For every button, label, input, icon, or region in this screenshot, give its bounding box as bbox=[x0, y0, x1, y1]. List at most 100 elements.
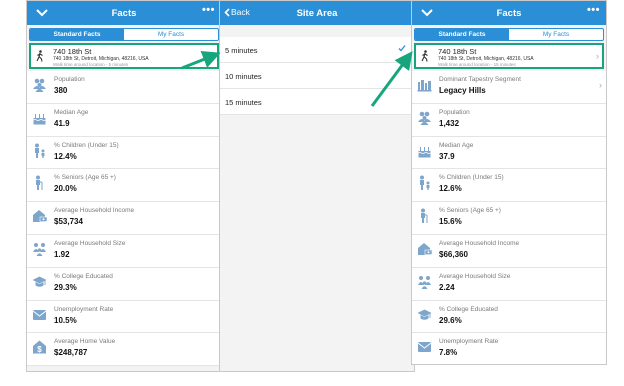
walking-person-icon bbox=[36, 50, 43, 62]
location-walk-time: Walk time around location - 5 minutes bbox=[53, 62, 129, 67]
location-card[interactable]: 740 18th St 740 18th St, Detroit, Michig… bbox=[414, 43, 604, 69]
fact-row: Unemployment Rate 7.8% bbox=[412, 333, 606, 364]
facts-tab-switcher: Standard Facts My Facts bbox=[414, 28, 604, 41]
fact-value: 1,432 bbox=[439, 118, 460, 128]
fact-label: Unemployment Rate bbox=[54, 305, 114, 313]
site-area-options: 5 minutes 10 minutes 15 minutes bbox=[220, 37, 414, 115]
fact-row: % Children (Under 15) 12.4% bbox=[27, 137, 221, 170]
fact-label: % Children (Under 15) bbox=[54, 141, 119, 149]
fact-row: Population 380 bbox=[27, 71, 221, 104]
fact-label: Median Age bbox=[54, 108, 89, 116]
back-label: Back bbox=[231, 7, 250, 17]
parent-child-icon bbox=[420, 175, 430, 191]
location-walk-time: Walk time around location - 15 minutes bbox=[438, 62, 516, 67]
header-bar: Back Site Area bbox=[220, 1, 414, 25]
senior-icon bbox=[421, 208, 428, 224]
home-value-icon: $ bbox=[33, 340, 46, 354]
fact-value: 380 bbox=[54, 86, 68, 95]
fact-label: Unemployment Rate bbox=[439, 338, 499, 346]
header-bar: Facts ••• bbox=[412, 1, 606, 25]
option-label: 15 minutes bbox=[225, 98, 262, 107]
chevron-down-icon[interactable] bbox=[420, 6, 434, 20]
fact-row: % Children (Under 15) 12.6% bbox=[412, 169, 606, 203]
site-area-option[interactable]: 15 minutes bbox=[220, 89, 414, 115]
people-icon bbox=[33, 78, 46, 92]
chevron-left-icon bbox=[224, 7, 230, 17]
fact-row: Population 1,432 bbox=[412, 104, 606, 137]
household-icon bbox=[33, 242, 46, 256]
header-bar: Facts ••• bbox=[27, 1, 221, 25]
facts-list: Dominant Tapestry Segment Legacy Hills › Po… bbox=[412, 71, 606, 364]
facts-tab-switcher: Standard Facts My Facts bbox=[29, 28, 219, 41]
fact-row: $ Average Home Value $248,787 bbox=[27, 333, 221, 367]
chevron-right-icon: › bbox=[596, 51, 599, 61]
fact-row[interactable]: Dominant Tapestry Segment Legacy Hills › bbox=[412, 71, 606, 104]
site-area-body: 5 minutes 10 minutes 15 minutes bbox=[220, 25, 414, 371]
fact-value: 1.92 bbox=[54, 249, 70, 259]
more-menu-icon[interactable]: ••• bbox=[202, 4, 215, 16]
fact-value: 15.6% bbox=[439, 217, 462, 227]
svg-text:$: $ bbox=[37, 345, 42, 354]
fact-value: 37.9 bbox=[439, 151, 455, 161]
fact-value: 2.24 bbox=[439, 282, 455, 292]
fact-row: Average Household Size 2.24 bbox=[412, 268, 606, 301]
graduation-cap-icon bbox=[32, 276, 47, 287]
page-title: Facts bbox=[496, 7, 522, 19]
birthday-cake-icon bbox=[33, 113, 46, 125]
fact-label: Average Household Income bbox=[54, 207, 135, 215]
site-area-option[interactable]: 10 minutes bbox=[220, 63, 414, 89]
fact-value: 29.3% bbox=[54, 282, 77, 292]
fact-row: % College Educated 29.3% bbox=[27, 268, 221, 301]
household-icon bbox=[418, 275, 431, 289]
fact-label: Average Household Income bbox=[439, 239, 520, 247]
birthday-cake-icon bbox=[418, 146, 431, 158]
option-label: 5 minutes bbox=[225, 46, 258, 55]
tab-my-facts[interactable]: My Facts bbox=[509, 29, 603, 40]
location-name: 740 18th St bbox=[53, 47, 92, 56]
fact-label: % Seniors (Age 65 +) bbox=[439, 207, 501, 215]
fact-label: Dominant Tapestry Segment bbox=[439, 76, 521, 83]
more-menu-icon[interactable]: ••• bbox=[587, 4, 600, 16]
fact-label: Average Household Size bbox=[54, 239, 126, 247]
fact-label: % Seniors (Age 65 +) bbox=[54, 174, 116, 182]
fact-row: Average Household Size 1.92 bbox=[27, 235, 221, 268]
unemployment-icon bbox=[417, 342, 432, 353]
tab-standard-facts[interactable]: Standard Facts bbox=[30, 29, 124, 40]
fact-row: Average Household Income $53,734 bbox=[27, 202, 221, 235]
fact-value: $53,734 bbox=[54, 217, 83, 227]
fact-label: % College Educated bbox=[439, 305, 498, 313]
house-money-icon bbox=[33, 210, 47, 223]
fact-label: Population bbox=[54, 76, 85, 83]
fact-value: 12.6% bbox=[439, 184, 462, 194]
fact-row: Average Household Income $66,360 bbox=[412, 235, 606, 268]
checkmark-icon bbox=[398, 45, 406, 52]
fact-label: Average Household Size bbox=[439, 272, 511, 280]
parent-child-icon bbox=[35, 143, 45, 158]
site-area-option[interactable]: 5 minutes bbox=[220, 37, 414, 63]
fact-value: 12.4% bbox=[54, 151, 77, 161]
fact-value: $66,360 bbox=[439, 249, 468, 259]
chevron-down-icon[interactable] bbox=[35, 6, 49, 20]
walking-person-icon bbox=[421, 50, 428, 62]
fact-value: 29.6% bbox=[439, 315, 462, 325]
site-area-screen: Back Site Area 5 minutes 10 minutes 15 min… bbox=[219, 0, 415, 372]
fact-value: $248,787 bbox=[54, 348, 88, 358]
fact-label: % College Educated bbox=[54, 272, 113, 280]
location-name: 740 18th St bbox=[438, 47, 477, 56]
fact-row: % Seniors (Age 65 +) 15.6% bbox=[412, 202, 606, 235]
unemployment-icon bbox=[32, 309, 47, 320]
option-label: 10 minutes bbox=[225, 72, 262, 81]
fact-value: 10.5% bbox=[54, 315, 77, 325]
location-card[interactable]: 740 18th St 740 18th St, Detroit, Michig… bbox=[29, 43, 219, 69]
back-button[interactable]: Back bbox=[224, 7, 250, 17]
fact-row: % College Educated 29.6% bbox=[412, 301, 606, 334]
page-title: Site Area bbox=[296, 7, 338, 19]
tab-standard-facts[interactable]: Standard Facts bbox=[415, 29, 509, 40]
facts-screen-5min: Facts ••• Standard Facts My Facts 740 18… bbox=[26, 0, 222, 372]
fact-label: % Children (Under 15) bbox=[439, 174, 504, 182]
tab-my-facts[interactable]: My Facts bbox=[124, 29, 218, 40]
people-icon bbox=[418, 111, 431, 125]
fact-label: Average Home Value bbox=[54, 338, 116, 346]
fact-value: Legacy Hills bbox=[439, 86, 486, 95]
fact-row: % Seniors (Age 65 +) 20.0% bbox=[27, 169, 221, 203]
